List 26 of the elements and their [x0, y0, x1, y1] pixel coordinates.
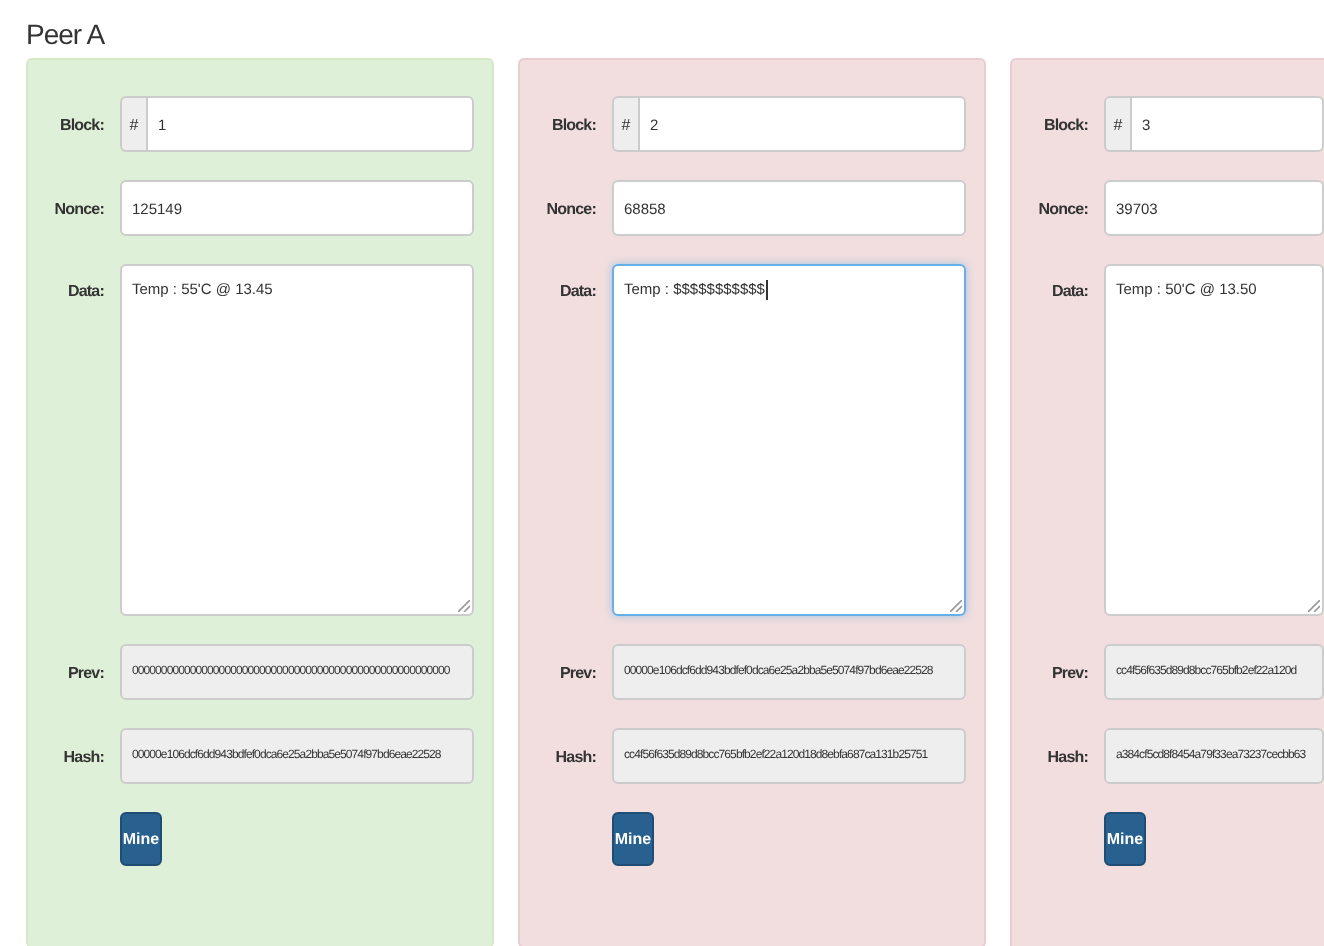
field-label: Data:	[1049, 280, 1088, 300]
resize-grip-icon[interactable]	[458, 600, 470, 612]
field-label: Data:	[65, 280, 104, 300]
mine-button[interactable]: Mine	[612, 812, 654, 866]
input-addon: #	[120, 96, 146, 152]
field-label: Prev:	[557, 663, 596, 681]
field-label: Hash:	[553, 747, 596, 765]
field-label: Prev:	[65, 663, 104, 681]
mine-button[interactable]: Mine	[1104, 812, 1146, 866]
field-label: Block:	[57, 115, 104, 133]
text-cursor	[766, 280, 769, 300]
field-label: Block:	[549, 115, 596, 133]
field-label: Hash:	[61, 747, 104, 765]
field-label: Nonce:	[544, 199, 596, 217]
field-label: Data:	[557, 280, 596, 300]
resize-grip-icon[interactable]	[1308, 600, 1320, 612]
field-label: Nonce:	[1036, 199, 1088, 217]
peer-title: Peer A	[24, 16, 107, 54]
input-addon: #	[1104, 96, 1130, 152]
field-label: Block:	[1041, 115, 1088, 133]
field-label: Nonce:	[52, 199, 104, 217]
mine-button[interactable]: Mine	[120, 812, 162, 866]
field-label: Prev:	[1049, 663, 1088, 681]
field-label: Hash:	[1045, 747, 1088, 765]
resize-grip-icon[interactable]	[950, 600, 962, 612]
input-addon: #	[612, 96, 638, 152]
